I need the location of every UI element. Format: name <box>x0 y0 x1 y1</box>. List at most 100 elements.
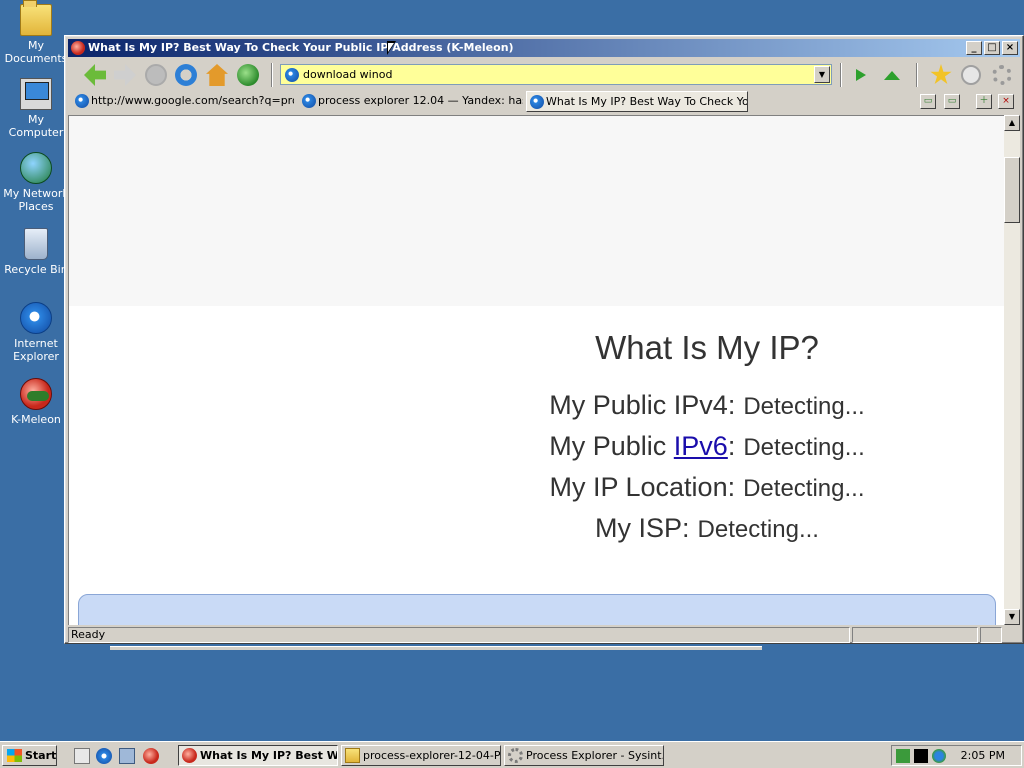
explorer-quicklaunch-icon[interactable] <box>119 748 135 764</box>
close-button[interactable]: × <box>1002 41 1018 55</box>
desktop-icon-k-meleon[interactable]: K-Meleon <box>0 378 72 426</box>
vertical-scrollbar[interactable]: ▲ ▼ <box>1004 115 1020 625</box>
scroll-down-button[interactable]: ▼ <box>1004 609 1020 625</box>
ie-icon <box>20 302 52 334</box>
bookmarks-star-icon[interactable] <box>930 64 952 85</box>
desktop-icon-label: Internet Explorer <box>13 337 59 363</box>
new-tab-icon[interactable]: ＋ <box>976 94 992 109</box>
process-explorer-icon <box>508 748 523 763</box>
show-desktop-icon[interactable] <box>74 748 90 764</box>
tab-restore-icon[interactable]: ▭ <box>944 94 960 109</box>
ipv6-value: Detecting... <box>743 434 865 461</box>
desktop-icon-my-network-places[interactable]: My Network Places <box>0 152 72 213</box>
update-tray-icon[interactable] <box>932 749 946 763</box>
windows-logo-icon <box>7 749 22 762</box>
go-icon[interactable] <box>856 69 866 81</box>
back-arrow-icon[interactable] <box>84 64 106 86</box>
task-label: What Is My IP? Best W... <box>200 749 338 762</box>
isp-row: My ISP: Detecting... <box>449 513 965 544</box>
forward-arrow-icon[interactable] <box>114 64 136 86</box>
tab-label: What Is My IP? Best Way To Check Yo... <box>546 95 748 108</box>
info-panel <box>78 594 996 625</box>
status-text: Ready <box>68 627 850 643</box>
task-process-explorer[interactable]: Process Explorer - Sysint... <box>504 745 664 766</box>
desktop-icon-label: My Documents <box>4 39 68 65</box>
folder-icon <box>345 748 360 763</box>
home-icon[interactable] <box>206 64 228 86</box>
globe-icon <box>285 67 299 82</box>
settings-gear-icon[interactable] <box>992 65 1012 85</box>
ipv6-link[interactable]: IPv6 <box>674 431 728 461</box>
status-bar: Ready <box>68 627 1020 643</box>
url-input[interactable] <box>303 68 814 81</box>
task-process-explorer-folder[interactable]: process-explorer-12-04-P... <box>341 745 501 766</box>
tab-bar: http://www.google.com/search?q=pro... pr… <box>68 91 1020 112</box>
desktop-icon-label: My Network Places <box>3 187 69 213</box>
ipv6-row: My Public IPv6: Detecting... <box>449 431 965 462</box>
ip-location-row: My IP Location: Detecting... <box>449 472 965 503</box>
desktop-icon-my-documents[interactable]: My Documents <box>0 0 72 65</box>
page-icon <box>75 94 89 108</box>
page-icon <box>302 94 316 108</box>
url-dropdown-button[interactable]: ▼ <box>814 66 830 83</box>
network-icon <box>20 152 52 184</box>
page-viewport: What Is My IP? My Public IPv4: Detecting.… <box>68 115 1004 625</box>
desktop-icon-internet-explorer[interactable]: Internet Explorer <box>0 302 72 363</box>
maximize-button[interactable]: □ <box>984 41 1000 55</box>
ipv4-value: Detecting... <box>743 393 865 420</box>
minimize-button[interactable]: _ <box>966 41 982 55</box>
taskbar: Start What Is My IP? Best W... process-e… <box>0 741 1024 768</box>
scroll-up-button[interactable]: ▲ <box>1004 115 1020 131</box>
ipv4-row: My Public IPv4: Detecting... <box>449 390 965 421</box>
title-bar[interactable]: What Is My IP? Best Way To Check Your Pu… <box>68 39 1020 57</box>
stop-icon[interactable] <box>145 64 167 86</box>
history-clock-icon[interactable] <box>961 65 981 85</box>
window-title: What Is My IP? Best Way To Check Your Pu… <box>88 41 514 54</box>
desktop-icon-recycle-bin[interactable]: Recycle Bin <box>0 228 72 276</box>
console-tray-icon[interactable] <box>914 749 928 763</box>
desktop-icon-label: My Computer <box>8 113 64 139</box>
task-what-is-my-ip[interactable]: What Is My IP? Best W... <box>178 745 338 766</box>
ip-location-label: My IP Location: <box>549 472 736 502</box>
network-tray-icon[interactable] <box>896 749 910 763</box>
isp-label: My ISP: <box>595 513 690 543</box>
ie-quicklaunch-icon[interactable] <box>96 748 112 764</box>
status-panel-icon <box>980 627 1002 643</box>
url-bar[interactable]: ▼ <box>280 64 832 85</box>
nav-toolbar: ▼ <box>68 59 1020 89</box>
tab-label: http://www.google.com/search?q=pro... <box>91 94 294 107</box>
window-controls: _ □ × <box>964 41 1018 55</box>
kmeleon-icon <box>182 748 197 763</box>
desktop-icon-label: K-Meleon <box>11 413 61 426</box>
start-button[interactable]: Start <box>2 745 57 766</box>
toolbar-separator <box>840 63 842 87</box>
desktop-icon-my-computer[interactable]: My Computer <box>0 78 72 139</box>
ipv6-label-prefix: My Public <box>549 431 674 461</box>
toolbar-separator <box>271 63 273 87</box>
ipv6-label-suffix: : <box>727 431 736 461</box>
scroll-thumb[interactable] <box>1004 157 1020 223</box>
status-panel <box>852 627 978 643</box>
computer-icon <box>20 78 52 110</box>
kmeleon-icon <box>20 378 52 410</box>
tab-what-is-my-ip[interactable]: What Is My IP? Best Way To Check Yo... <box>526 91 748 112</box>
desktop-icon-label: Recycle Bin <box>4 263 68 276</box>
reload-icon[interactable] <box>175 64 197 86</box>
page-icon <box>530 95 544 109</box>
up-level-icon[interactable] <box>884 71 900 80</box>
tab-yandex-process-explorer[interactable]: process explorer 12.04 — Yandex: has... <box>299 91 523 112</box>
ip-location-value: Detecting... <box>743 475 865 502</box>
tab-minimize-icon[interactable]: ▭ <box>920 94 936 109</box>
ipv4-label: My Public IPv4: <box>549 390 736 420</box>
close-tab-icon[interactable]: × <box>998 94 1014 109</box>
clock[interactable]: 2:05 PM <box>961 746 1005 765</box>
go-web-icon[interactable] <box>237 64 259 86</box>
tab-google-search[interactable]: http://www.google.com/search?q=pro... <box>72 91 294 112</box>
page-heading: What Is My IP? <box>595 329 819 366</box>
recycle-bin-icon <box>24 228 48 260</box>
isp-value: Detecting... <box>697 516 819 543</box>
kmeleon-icon <box>71 41 85 55</box>
kmeleon-quicklaunch-icon[interactable] <box>143 748 159 764</box>
task-label: process-explorer-12-04-P... <box>363 749 501 762</box>
toolbar-separator <box>916 63 918 87</box>
